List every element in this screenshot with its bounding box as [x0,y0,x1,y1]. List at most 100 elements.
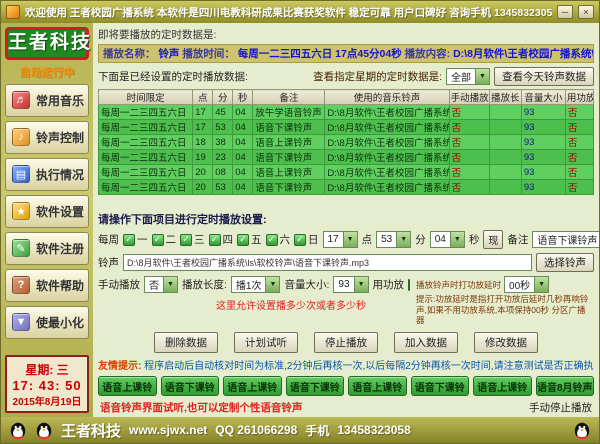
close-button[interactable]: × [578,5,594,19]
volume-select[interactable]: 93 ▼ [333,276,368,293]
note-select[interactable]: 语音下课铃声 ▼ [532,231,600,248]
quick-ring-button-5[interactable]: 语音上课铃 [348,376,407,396]
cell-hour: 17 [193,105,213,120]
quick-ring-button-7[interactable]: 语音上课铃 [473,376,532,396]
checkbox-checked-icon [237,234,249,246]
sidebar-item-label: 常用音乐 [36,92,84,109]
second-select[interactable]: 04 ▼ [430,231,465,248]
chevron-down-icon: ▼ [265,277,279,292]
volume-label: 音量大小: [284,277,329,292]
upcoming-bar: 播放名称： 铃声 播放时间： 每周一二三四五六日 17点45分04秒 播放内容:… [98,44,594,63]
hour-value: 17 [324,232,343,247]
sidebar-item-minimize[interactable]: ▼ 使最小化 [5,306,89,339]
play-length-select[interactable]: 播1次 ▼ [231,276,281,293]
quick-ring-button-4[interactable]: 语音下课铃 [286,376,345,396]
sidebar-item-ring-control[interactable]: ♪ 铃声控制 [5,121,89,154]
cell-minute: 38 [213,135,233,150]
minute-value: 53 [377,232,396,247]
play-length-label: 播放长度: [182,277,227,292]
checkbox-checked-icon [266,234,278,246]
amplifier-checkbox[interactable] [408,279,410,291]
weekday-checkbox-fri[interactable]: 五 [237,232,262,247]
preview-listen-button[interactable]: 计划试听 [234,332,298,353]
upcoming-label: 即将要播放的定时数据是: [98,27,594,42]
col-second[interactable]: 秒 [233,90,253,105]
upcoming-content: D:\8月软件\王者校园广播系统\ls\软校铃声\放午学语音铃声.mp3 [453,48,594,60]
clock-date: 2015年8月19日 [7,393,87,408]
ring-path-input[interactable] [123,254,532,271]
set-now-button[interactable]: 现 [483,230,503,249]
weekday-label: 四 [223,232,234,247]
cell-hour: 20 [193,180,213,195]
cell-amp: 否 [565,165,593,180]
col-music-file[interactable]: 使用的音乐铃声 [325,90,449,105]
qq-penguin-icon [573,420,591,440]
play-length-value: 播1次 [232,277,266,292]
ring-label: 铃声 [98,255,119,270]
footer-site[interactable]: www.sjwx.net [129,423,207,437]
list-right-label: 查看指定星期的定时数据是: [313,69,442,84]
quick-ring-button-3[interactable]: 语音上课铃 [223,376,282,396]
sidebar-item-common-music[interactable]: ♬ 常用音乐 [5,84,89,117]
table-row[interactable]: 每周一二三四五六日 18 38 04 语音上课铃声 D:\8月软件\王者校园广播… [99,135,594,150]
weekday-filter-select[interactable]: 全部 ▼ [446,68,490,85]
cell-length [489,180,521,195]
minute-select[interactable]: 53 ▼ [376,231,411,248]
chevron-down-icon: ▼ [534,277,548,292]
table-row[interactable]: 每周一二三四五六日 17 53 04 语音下课铃声 D:\8月软件\王者校园广播… [99,120,594,135]
cell-hour: 17 [193,120,213,135]
logo-text: 王者科技 [8,33,86,54]
choose-ring-button[interactable]: 选择铃声 [536,253,594,272]
weekday-checkbox-sun[interactable]: 日 [294,232,319,247]
modify-data-button[interactable]: 修改数据 [474,332,538,353]
quick-ring-button-2[interactable]: 语音下课铃 [161,376,220,396]
sidebar-item-label: 软件注册 [36,240,84,257]
quick-ring-button-1[interactable]: 语音上课铃 [98,376,157,396]
cell-minute: 53 [213,180,233,195]
cell-amp: 否 [565,180,593,195]
stop-play-button[interactable]: 停止播放 [314,332,378,353]
col-play-length[interactable]: 播放长 [489,90,521,105]
bottom-hint-row: 语音铃声界面试听,也可以定制个性语音铃声 手动停止播放 [100,400,592,415]
quick-ring-button-6[interactable]: 语音下课铃 [411,376,470,396]
col-minute[interactable]: 分 [213,90,233,105]
checkbox-checked-icon [123,234,135,246]
weekday-checkbox-mon[interactable]: 一 [123,232,148,247]
col-manual-play[interactable]: 手动播放 [449,90,489,105]
view-today-rings-button[interactable]: 查看今天铃声数据 [494,67,594,86]
col-volume[interactable]: 音量大小 [521,90,565,105]
delete-data-button[interactable]: 删除数据 [154,332,218,353]
weekday-checkbox-thu[interactable]: 四 [209,232,234,247]
checkbox-checked-icon [180,234,192,246]
table-row[interactable]: 每周一二三四五六日 20 53 04 语音下课铃声 D:\8月软件\王者校园广播… [99,180,594,195]
amp-delay-select[interactable]: 00秒 ▼ [504,276,549,293]
col-hour[interactable]: 点 [193,90,213,105]
quick-ring-button-8[interactable]: 语音8月铃声 [536,376,595,396]
setup-row-ring: 铃声 选择铃声 [98,253,594,272]
window-title: 欢迎使用 王者校园广播系统 本软件是四川电教科研成果比赛获奖软件 稳定可靠 用户… [25,5,552,20]
manual-play-select[interactable]: 否 ▼ [144,276,178,293]
sidebar-item-help[interactable]: ? 软件帮助 [5,269,89,302]
cell-note: 语音下课铃声 [253,120,325,135]
hour-select[interactable]: 17 ▼ [323,231,358,248]
table-row[interactable]: 每周一二三四五六日 20 08 04 语音上课铃声 D:\8月软件\王者校园广播… [99,165,594,180]
amplifier-delay-block: 播放铃声时打功放延时 00秒 ▼ 提示:功放延时是指打开功放后延时几秒再响铃声,… [416,276,594,326]
weekday-checkbox-tue[interactable]: 二 [152,232,177,247]
cell-note: 语音下课铃声 [253,150,325,165]
setup-lower: 手动播放 否 ▼ 播放长度: 播1次 ▼ 音量大小: 93 [98,276,594,326]
weekday-checkbox-sat[interactable]: 六 [266,232,291,247]
col-amplifier[interactable]: 用功放 [565,90,593,105]
col-time-limit[interactable]: 时间限定 [99,90,193,105]
sidebar-item-settings[interactable]: ★ 软件设置 [5,195,89,228]
sidebar-item-register[interactable]: ✎ 软件注册 [5,232,89,265]
manual-stop-label: 手动停止播放 [529,400,592,415]
sidebar-item-run-status[interactable]: ▤ 执行情况 [5,158,89,191]
table-row[interactable]: 每周一二三四五六日 17 45 04 放午学语音铃声 D:\8月软件\王者校园广… [99,105,594,120]
weekday-filter-value: 全部 [447,69,475,84]
add-data-button[interactable]: 加入数据 [394,332,458,353]
weekday-checkbox-wed[interactable]: 三 [180,232,205,247]
col-note[interactable]: 备注 [253,90,325,105]
minimize-button[interactable]: ─ [557,5,573,19]
cell-length [489,120,521,135]
table-row[interactable]: 每周一二三四五六日 19 23 04 语音下课铃声 D:\8月软件\王者校园广播… [99,150,594,165]
